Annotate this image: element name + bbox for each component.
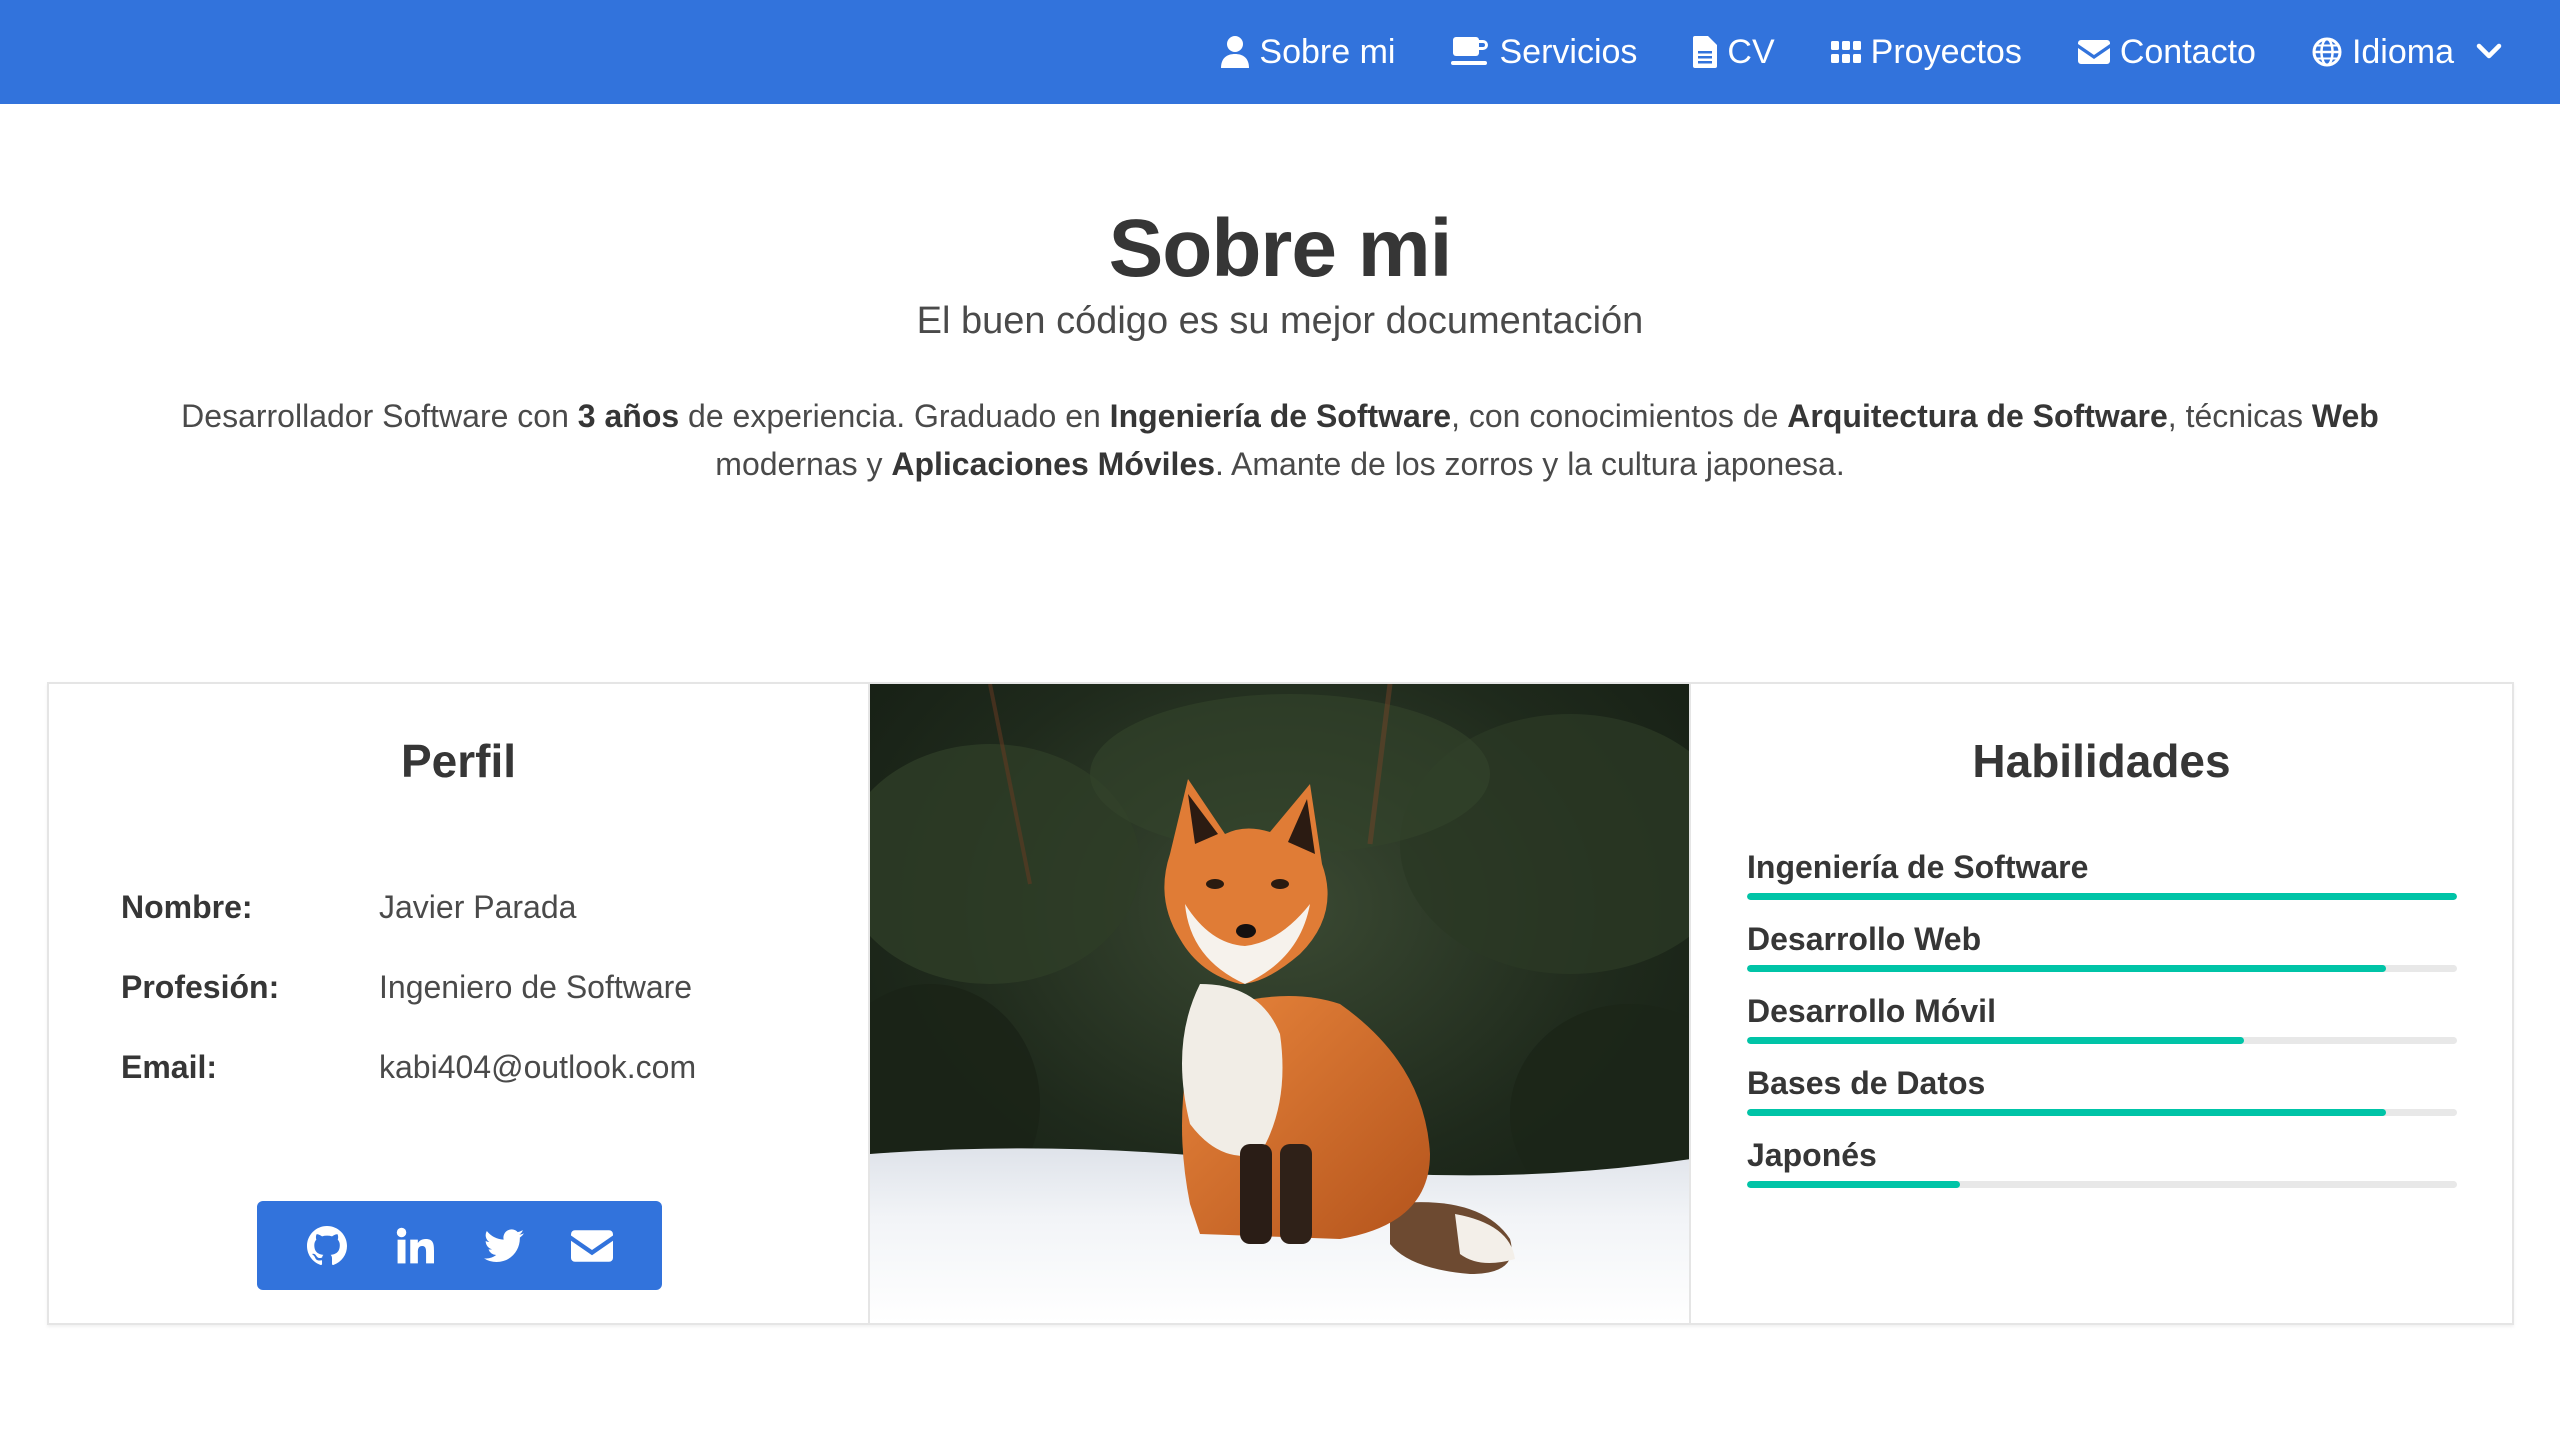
nav-label: Sobre mi	[1259, 32, 1396, 71]
nav-item-idioma[interactable]: Idioma	[2284, 0, 2530, 104]
linkedin-icon	[397, 1227, 435, 1263]
github-link[interactable]	[295, 1214, 359, 1278]
globe-icon	[2312, 37, 2342, 67]
skill-name: Japonés	[1747, 1137, 1877, 1173]
skill-progress-fill	[1747, 1181, 1960, 1188]
skill-name: Bases de Datos	[1747, 1065, 1986, 1101]
skill-item: Ingeniería de Software	[1747, 847, 2457, 900]
envelope-icon	[570, 1229, 613, 1262]
skills-title: Habilidades	[1972, 735, 2231, 787]
skill-name: Ingeniería de Software	[1747, 849, 2089, 885]
intro-paragraph: Desarrollador Software con 3 años de exp…	[140, 392, 2420, 488]
twitter-icon	[483, 1228, 524, 1262]
skill-progress-bar	[1747, 1181, 2457, 1188]
intro-highlight: Web	[2311, 398, 2379, 434]
skill-progress-fill	[1747, 1109, 2386, 1116]
top-navbar: Sobre mi Servicios CV Proyectos Contacto	[0, 0, 2560, 104]
intro-text: . Amante de los zorros y la cultura japo…	[1215, 446, 1845, 482]
skill-item: Bases de Datos	[1747, 1063, 2457, 1116]
fox-photo	[870, 684, 1691, 1323]
profile-label: Profesión:	[121, 969, 280, 1005]
intro-text: , técnicas	[2167, 398, 2312, 434]
user-icon	[1221, 36, 1250, 68]
skill-progress-fill	[1747, 893, 2457, 900]
nav-item-sobre-mi[interactable]: Sobre mi	[1193, 0, 1423, 104]
skill-item: Desarrollo Móvil	[1747, 991, 2457, 1044]
skill-progress-bar	[1747, 1109, 2457, 1116]
skill-progress-fill	[1747, 965, 2386, 972]
nav-item-cv[interactable]: CV	[1665, 0, 1802, 104]
nav-item-contacto[interactable]: Contacto	[2050, 0, 2284, 104]
profile-value: Javier Parada	[379, 889, 577, 925]
profile-value: Ingeniero de Software	[379, 969, 693, 1005]
file-icon	[1693, 36, 1718, 68]
skill-progress-bar	[1747, 1037, 2457, 1044]
github-icon	[307, 1225, 348, 1265]
nav-label: Idioma	[2351, 32, 2454, 71]
nav-item-servicios[interactable]: Servicios	[1423, 0, 1665, 104]
profile-value: kabi404@outlook.com	[379, 1049, 697, 1085]
skill-name: Desarrollo Web	[1747, 921, 1982, 957]
coffee-icon	[1451, 37, 1489, 65]
intro-text: Desarrollador Software con	[181, 398, 578, 434]
chevron-down-icon	[2476, 43, 2502, 59]
skills-card: Habilidades Ingeniería de Software Desarr…	[1691, 684, 2512, 1323]
profile-title: Perfil	[400, 735, 517, 787]
nav-label: Contacto	[2119, 32, 2256, 71]
envelope-icon	[2077, 40, 2110, 64]
fox-image	[870, 684, 1689, 1323]
skill-progress-bar	[1747, 965, 2457, 972]
profile-label: Email:	[121, 1049, 218, 1085]
skill-progress-fill	[1747, 1037, 2244, 1044]
skill-name: Desarrollo Móvil	[1747, 993, 1996, 1029]
intro-highlight: Ingeniería de Software	[1109, 398, 1452, 434]
intro-text: modernas y	[715, 446, 892, 482]
profile-card: Perfil Nombre: Javier Parada Profesión: …	[49, 684, 870, 1323]
intro-highlight: 3 años	[577, 398, 680, 434]
intro-highlight: Aplicaciones Móviles	[891, 446, 1216, 482]
nav-label: Servicios	[1499, 32, 1638, 71]
social-links	[257, 1201, 662, 1290]
intro-highlight: Arquitectura de Software	[1787, 398, 2168, 434]
skill-progress-bar	[1747, 893, 2457, 900]
nav-label: Proyectos	[1870, 32, 2022, 71]
intro-text: de experiencia. Graduado en	[679, 398, 1110, 434]
twitter-link[interactable]	[472, 1214, 536, 1278]
nav-label: CV	[1727, 32, 1775, 71]
linkedin-link[interactable]	[383, 1214, 447, 1278]
intro-text: , con conocimientos de	[1451, 398, 1788, 434]
profile-row-profession: Profesión: Ingeniero de Software	[121, 969, 692, 1006]
nav-item-proyectos[interactable]: Proyectos	[1803, 0, 2050, 104]
skill-item: Japonés	[1747, 1135, 2457, 1188]
profile-row-email: Email: kabi404@outlook.com	[121, 1049, 696, 1086]
skill-item: Desarrollo Web	[1747, 919, 2457, 972]
page-subtitle: El buen código es su mejor documentación	[916, 300, 1644, 342]
page-title: Sobre mi	[1108, 203, 1453, 294]
grid-icon	[1830, 41, 1861, 63]
profile-row-name: Nombre: Javier Parada	[121, 889, 576, 926]
about-cards: Perfil Nombre: Javier Parada Profesión: …	[47, 682, 2514, 1325]
email-link[interactable]	[560, 1214, 624, 1278]
profile-label: Nombre:	[121, 889, 253, 925]
